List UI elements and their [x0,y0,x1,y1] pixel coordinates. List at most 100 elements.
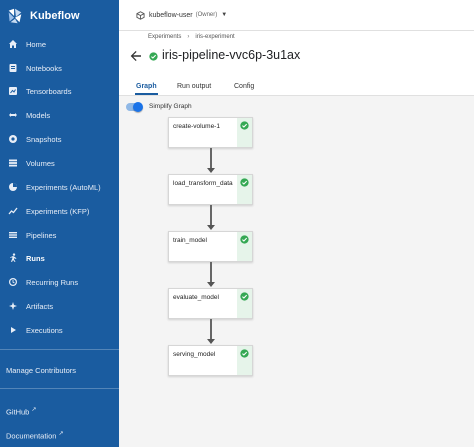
graph-edge [210,319,212,339]
node-label: create-volume-1 [173,123,220,130]
toggle-knob [133,102,143,112]
namespace-role: (Owner) [195,12,218,18]
tensorboard-icon [6,84,20,98]
sidebar-item-label: Recurring Runs [26,277,79,287]
graph-edge [210,205,212,225]
graph-node[interactable]: load_transform_data [168,174,253,205]
artifacts-icon [6,299,20,313]
graph-node[interactable]: create-volume-1 [168,117,253,148]
snapshot-icon [6,132,20,146]
models-icon [6,108,20,122]
sidebar-item-label: Executions [26,325,63,335]
simplify-graph-label: Simplify Graph [149,103,192,110]
documentation-label: Documentation [6,431,57,441]
graph-edge [210,148,212,168]
success-check-icon [240,292,249,301]
brand-name: Kubeflow [30,10,80,22]
brand[interactable]: Kubeflow [6,6,80,26]
pipelines-icon [6,228,20,242]
external-link-icon: ↗ [58,431,64,437]
sidebar-divider [0,388,119,389]
breadcrumb: Experiments › iris-experiment [148,34,235,40]
sidebar-item-label: Models [26,110,51,120]
graph-node[interactable]: evaluate_model [168,288,253,319]
tab-config[interactable]: Config [234,83,254,90]
sidebar-item-experiments-automl[interactable]: Experiments (AutoML) [0,177,119,197]
namespace-cube-icon [136,10,145,20]
sidebar-divider [0,349,119,350]
sidebar-item-label: Runs [26,253,45,263]
sidebar-item-home[interactable]: Home [0,34,119,54]
sidebar-item-label: Volumes [26,158,55,168]
sidebar-item-volumes[interactable]: Volumes [0,153,119,173]
graph-edge [210,262,212,282]
graph-node[interactable]: train_model [168,231,253,262]
node-status [237,346,252,375]
kfp-icon [6,204,20,218]
documentation-link[interactable]: Documentation ↗ [6,430,63,441]
notebook-icon [6,61,20,75]
sidebar-item-executions[interactable]: Executions [0,320,119,340]
node-label: train_model [173,237,207,244]
success-check-icon [240,121,249,130]
sidebar-item-label: Pipelines [26,230,57,240]
success-check-icon [240,178,249,187]
sidebar-item-models[interactable]: Models [0,105,119,125]
namespace-name: kubeflow-user [149,11,193,19]
node-status [237,118,252,147]
automl-icon [6,180,20,194]
tab-graph[interactable]: Graph [136,83,157,90]
sidebar-item-label: Experiments (AutoML) [26,182,101,192]
executions-icon [6,323,20,337]
arrow-down-icon [207,168,215,173]
sidebar-item-label: Home [26,39,47,49]
kubeflow-logo-icon [8,8,22,24]
sidebar-item-label: Artifacts [26,301,54,311]
external-link-icon: ↗ [31,407,37,413]
sidebar-item-recurring-runs[interactable]: Recurring Runs [0,272,119,292]
sidebar: Kubeflow Home Notebooks Tensorboards Mod… [0,0,119,447]
sidebar-item-label: Experiments (KFP) [26,206,90,216]
header-divider [119,30,474,31]
recurring-icon [6,275,20,289]
node-label: serving_model [173,351,216,358]
github-label: GitHub [6,407,30,417]
breadcrumb-experiment[interactable]: iris-experiment [195,34,234,40]
success-check-icon [149,52,158,61]
graph-canvas[interactable] [119,96,474,447]
sidebar-item-label: Snapshots [26,134,62,144]
sidebar-item-pipelines[interactable]: Pipelines [0,225,119,245]
chevron-down-icon: ▼ [221,12,228,18]
sidebar-item-snapshots[interactable]: Snapshots [0,129,119,149]
sidebar-item-runs[interactable]: Runs [0,248,119,268]
sidebar-item-label: Notebooks [26,63,62,73]
node-status [237,175,252,204]
namespace-selector[interactable]: kubeflow-user (Owner) ▼ [136,8,227,22]
sidebar-item-label: Tensorboards [26,86,72,96]
node-status [237,232,252,261]
simplify-graph-toggle[interactable] [126,102,143,112]
back-arrow-icon[interactable] [130,50,142,62]
node-status [237,289,252,318]
arrow-down-icon [207,282,215,287]
arrow-down-icon [207,225,215,230]
github-link[interactable]: GitHub ↗ [6,406,36,417]
volumes-icon [6,156,20,170]
runs-icon [6,251,20,265]
breadcrumb-separator-icon: › [187,34,190,40]
success-check-icon [240,349,249,358]
home-icon [6,37,20,51]
arrow-down-icon [207,339,215,344]
page-title: iris-pipeline-vvc6p-3u1ax [162,48,301,62]
node-label: evaluate_model [173,294,219,301]
node-label: load_transform_data [173,180,233,187]
sidebar-item-experiments-kfp[interactable]: Experiments (KFP) [0,201,119,221]
manage-contributors-link[interactable]: Manage Contributors [6,366,76,375]
sidebar-item-tensorboards[interactable]: Tensorboards [0,81,119,101]
sidebar-item-notebooks[interactable]: Notebooks [0,58,119,78]
graph-node[interactable]: serving_model [168,345,253,376]
success-check-icon [240,235,249,244]
sidebar-item-artifacts[interactable]: Artifacts [0,296,119,316]
breadcrumb-experiments[interactable]: Experiments [148,34,181,40]
tab-run-output[interactable]: Run output [177,83,211,90]
